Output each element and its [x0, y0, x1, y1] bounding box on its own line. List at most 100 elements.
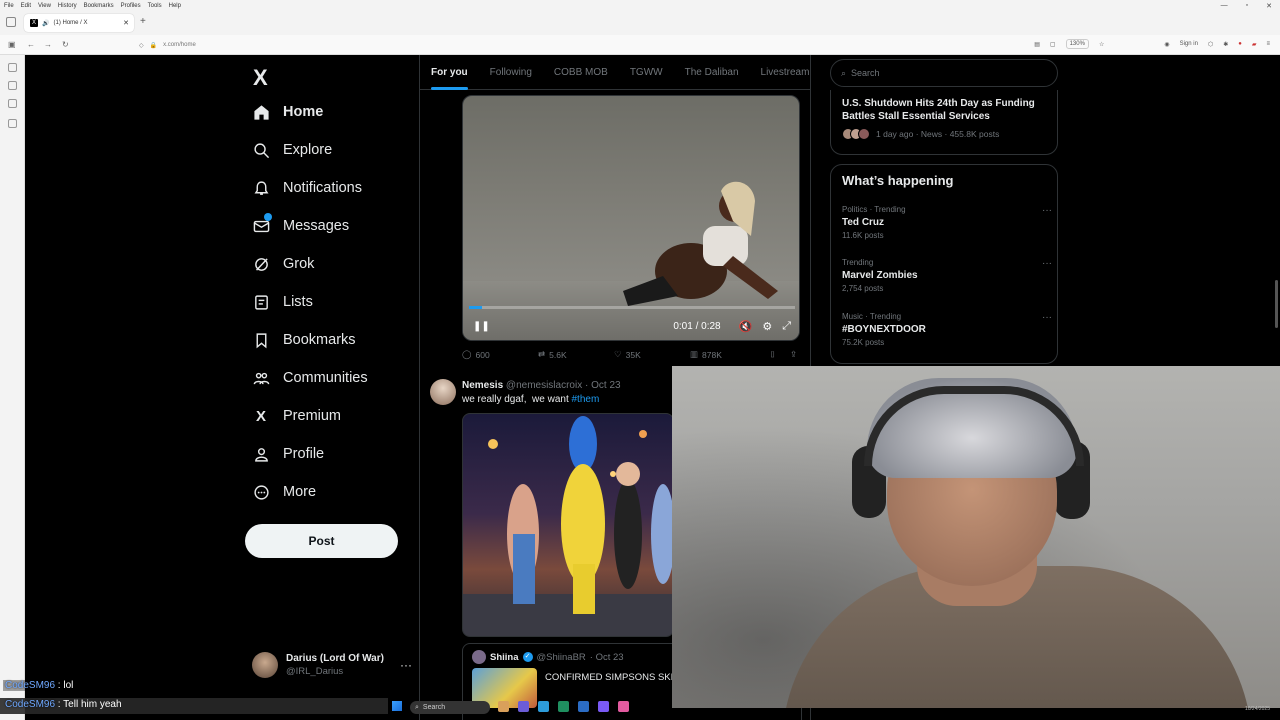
tweet-date[interactable]: · Oct 23 — [585, 380, 621, 391]
hashtag-link[interactable]: #them — [572, 394, 600, 405]
search-input[interactable]: ⌕ Search — [830, 59, 1058, 87]
reply-button[interactable]: ◯ 600 — [462, 349, 538, 360]
tweet-body: we really dgaf, we want — [462, 394, 572, 405]
reader-icon[interactable]: ▤ — [1034, 41, 1040, 48]
tweet-author-name[interactable]: Nemesis — [462, 380, 503, 391]
tab-cobb-mob[interactable]: COBB MOB — [554, 67, 608, 78]
nav-profile[interactable]: Profile — [252, 441, 324, 467]
fullscreen-icon[interactable]: ⤢ — [782, 320, 791, 333]
star-icon[interactable]: ☆ — [1099, 41, 1104, 48]
repost-button[interactable]: ⇄ 5.6K — [538, 349, 614, 360]
sidebar-settings-icon[interactable] — [8, 119, 17, 128]
tab-overview-icon[interactable] — [6, 17, 16, 27]
extension-flag-icon[interactable]: ▰ — [1252, 41, 1257, 48]
page-scrollbar[interactable] — [1275, 280, 1278, 328]
video-player[interactable]: ❚❚ 0:01 / 0:28 🔇 ⚙ ⤢ — [462, 95, 800, 341]
trend-more-icon[interactable]: ··· — [1042, 258, 1052, 269]
taskbar-app-icon[interactable] — [518, 701, 529, 712]
video-progress-bar[interactable] — [469, 306, 795, 309]
tab-livestreamfa[interactable]: LivestreamFa — [761, 67, 810, 78]
share-icon[interactable]: ⇪ — [790, 349, 797, 360]
tab-the-daliban[interactable]: The Daliban — [685, 67, 739, 78]
browser-tab[interactable]: X 🔊 (1) Home / X ✕ — [24, 14, 134, 32]
sidebar-bookmarks-icon[interactable] — [8, 81, 17, 90]
reload-icon[interactable]: ↻ — [62, 40, 69, 49]
extension-red-icon[interactable]: ● — [1238, 41, 1242, 47]
menu-view[interactable]: View — [38, 3, 51, 9]
menu-history[interactable]: History — [58, 3, 77, 9]
speaker-icon[interactable]: 🔊 — [42, 20, 49, 27]
taskbar-search-label: Search — [422, 704, 446, 711]
trend-item[interactable]: Trending Marvel Zombies 2,754 posts ··· — [842, 258, 1052, 293]
taskbar-app-icon[interactable] — [598, 701, 609, 712]
page-icon[interactable]: ▢ — [1050, 41, 1056, 48]
nav-messages[interactable]: Messages — [252, 213, 349, 239]
start-button-icon[interactable] — [392, 701, 402, 711]
taskbar-app-icon[interactable] — [578, 701, 589, 712]
menu-icon[interactable]: ≡ — [1266, 41, 1270, 47]
menu-tools[interactable]: Tools — [148, 3, 162, 9]
settings-gear-icon[interactable]: ⚙ — [762, 320, 772, 333]
bookmark-tweet-icon[interactable]: ⌷ — [770, 349, 790, 360]
news-card[interactable]: U.S. Shutdown Hits 24th Day as Funding B… — [830, 90, 1058, 155]
minimize-button[interactable]: — — [1221, 2, 1228, 10]
account-icon[interactable]: ◉ — [1164, 41, 1169, 48]
trend-item[interactable]: Politics · Trending Ted Cruz 11.6K posts… — [842, 205, 1052, 240]
trend-more-icon[interactable]: ··· — [1042, 205, 1052, 216]
taskbar-search[interactable]: ⌕ Search — [410, 701, 490, 714]
menu-file[interactable]: File — [4, 3, 14, 9]
account-switcher[interactable]: Darius (Lord Of War) @IRL_Darius ··· — [252, 652, 412, 678]
avatar[interactable] — [472, 650, 486, 664]
puzzle-icon[interactable]: ✱ — [1223, 41, 1228, 48]
menu-edit[interactable]: Edit — [21, 3, 31, 9]
menu-profiles[interactable]: Profiles — [121, 3, 141, 9]
tab-for-you[interactable]: For you — [431, 67, 468, 90]
forward-icon[interactable]: → — [44, 40, 52, 49]
taskbar-app-icon[interactable] — [498, 701, 509, 712]
trend-item[interactable]: Music · Trending #BOYNEXTDOOR 75.2K post… — [842, 312, 1052, 347]
taskbar-app-icon[interactable] — [618, 701, 629, 712]
x-logo[interactable]: X — [253, 65, 268, 91]
url-bar[interactable]: ◇ 🔒 x.com/home — [135, 38, 1055, 52]
account-more-icon[interactable]: ··· — [400, 658, 412, 672]
tweet-image[interactable] — [462, 413, 674, 637]
nav-lists[interactable]: Lists — [252, 289, 313, 315]
close-tab-icon[interactable]: ✕ — [123, 19, 129, 27]
taskbar-app-icon[interactable] — [558, 701, 569, 712]
close-window-button[interactable]: ✕ — [1266, 2, 1272, 10]
taskbar-app-icon[interactable] — [538, 701, 549, 712]
sidebar-history-icon[interactable] — [8, 99, 17, 108]
nav-notifications[interactable]: Notifications — [252, 175, 362, 201]
tweet-author-handle[interactable]: @nemesislacroix — [506, 380, 582, 391]
quote-date[interactable]: · Oct 23 — [590, 652, 624, 663]
nav-home[interactable]: Home — [252, 99, 323, 125]
post-button[interactable]: Post — [245, 524, 398, 558]
nav-bookmarks[interactable]: Bookmarks — [252, 327, 356, 353]
extensions-icon[interactable]: ⬡ — [1208, 41, 1213, 48]
quote-author-name[interactable]: Shiina — [490, 652, 519, 663]
menu-bookmarks[interactable]: Bookmarks — [84, 3, 114, 9]
reply-icon: ◯ — [462, 349, 472, 359]
mute-icon[interactable]: 🔇 — [739, 320, 753, 333]
like-button[interactable]: ♡ 35K — [614, 349, 690, 360]
nav-explore[interactable]: Explore — [252, 137, 332, 163]
trend-more-icon[interactable]: ··· — [1042, 312, 1052, 323]
new-tab-button[interactable]: + — [140, 16, 146, 27]
pause-icon[interactable]: ❚❚ — [473, 321, 490, 332]
zoom-level[interactable]: 130% — [1065, 39, 1089, 49]
tab-following[interactable]: Following — [490, 67, 532, 78]
maximize-button[interactable]: ▫ — [1246, 2, 1248, 10]
nav-communities[interactable]: Communities — [252, 365, 368, 391]
sign-in-link[interactable]: Sign in — [1180, 41, 1198, 47]
tab-tgww[interactable]: TGWW — [630, 67, 663, 78]
sidebar-toggle-icon[interactable]: ▣ — [8, 40, 16, 49]
nav-more[interactable]: More — [252, 479, 316, 505]
back-icon[interactable]: ← — [27, 40, 35, 49]
nav-premium[interactable]: X Premium — [252, 403, 341, 429]
nav-grok[interactable]: Grok — [252, 251, 314, 277]
menu-help[interactable]: Help — [169, 3, 181, 9]
quote-author-handle[interactable]: @ShiinaBR — [537, 652, 586, 663]
sidebar-ai-icon[interactable] — [8, 63, 17, 72]
views-button[interactable]: ▥ 878K — [690, 349, 770, 360]
avatar[interactable] — [430, 379, 456, 405]
